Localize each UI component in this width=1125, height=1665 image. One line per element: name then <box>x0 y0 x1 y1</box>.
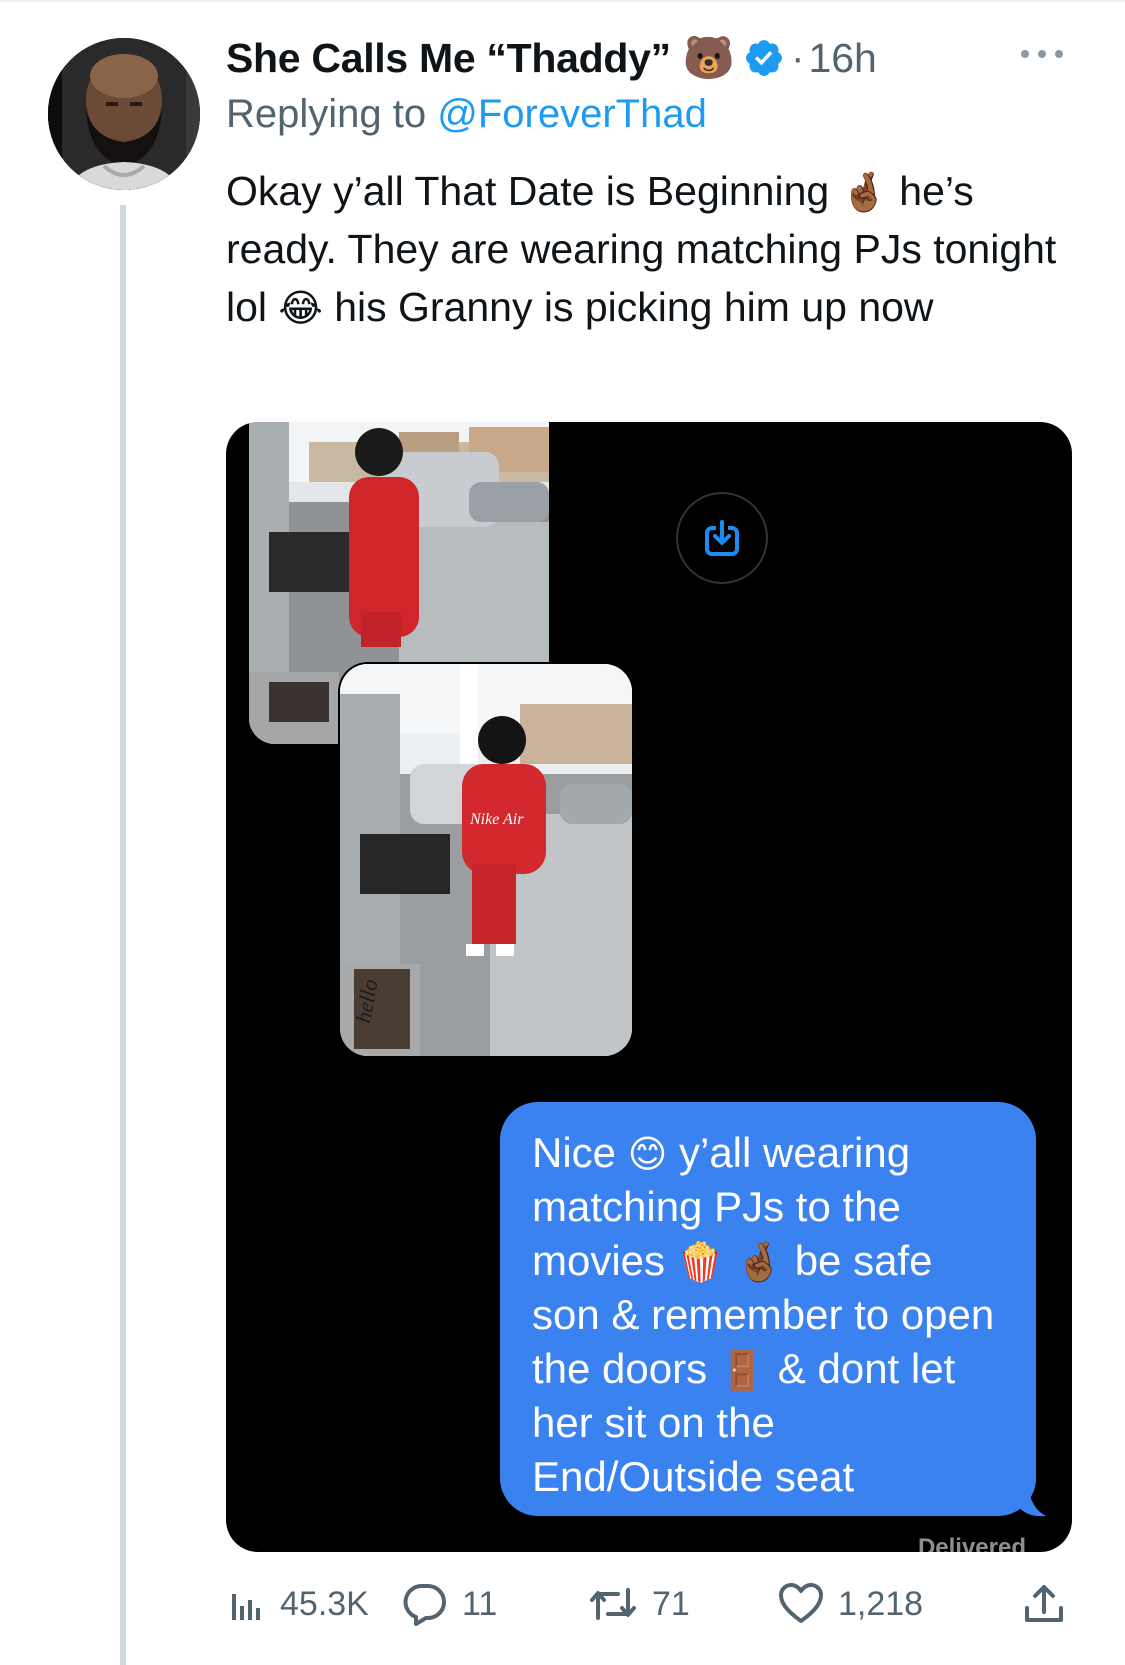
crossed-fingers-emoji: 🤞🏾 <box>840 172 888 214</box>
save-image-button[interactable] <box>676 492 768 584</box>
replying-prefix: Replying to <box>226 92 438 136</box>
tweet-header: She Calls Me “Thaddy” 🐻 · 16h <box>226 30 877 86</box>
tweet-text-part3: his Granny is picking him up now <box>322 284 934 330</box>
bear-emoji: 🐻 <box>682 34 736 81</box>
door-emoji: 🚪 <box>718 1350 767 1392</box>
photo-boy-front[interactable]: Nike Air hello <box>340 664 632 1056</box>
tweet-text: Okay y’all That Date is Beginning 🤞🏾 he’… <box>226 162 1086 336</box>
tweet-media[interactable]: Nike Air hello Nice 😊 y’all wearing matc… <box>226 422 1072 1552</box>
tweet-actions: 45.3K 11 71 1,218 <box>226 1574 1086 1634</box>
crossed-fingers-emoji-2: 🤞🏾 <box>735 1242 784 1284</box>
reply-action[interactable]: 11 <box>402 1574 497 1634</box>
like-count: 1,218 <box>838 1584 924 1623</box>
retweet-icon <box>590 1588 636 1620</box>
avatar-image <box>48 38 200 190</box>
verified-badge-icon[interactable] <box>743 37 785 79</box>
analytics-icon <box>232 1594 260 1620</box>
hoodie-text: Nike Air <box>469 811 524 828</box>
thread-line <box>120 205 126 1665</box>
views-count: 45.3K <box>280 1584 369 1623</box>
imessage-bubble: Nice 😊 y’all wearing matching PJs to the… <box>500 1102 1036 1516</box>
top-divider <box>0 0 1125 2</box>
more-options-icon[interactable] <box>1017 44 1067 64</box>
popcorn-emoji: 🍿 <box>676 1242 725 1284</box>
time-separator: · <box>791 35 805 80</box>
retweet-count: 71 <box>652 1584 690 1623</box>
retweet-action[interactable]: 71 <box>588 1574 690 1634</box>
reply-icon <box>403 1583 446 1626</box>
views-action[interactable]: 45.3K <box>226 1574 369 1634</box>
replying-to: Replying to @ForeverThad <box>226 92 707 137</box>
share-icon <box>1025 1585 1063 1622</box>
share-action[interactable] <box>1022 1574 1066 1634</box>
tweet-time[interactable]: 16h <box>808 35 876 82</box>
tears-of-joy-emoji: 😂 <box>278 288 323 330</box>
tweet-text-part1: Okay y’all That Date is Beginning <box>226 168 841 214</box>
download-icon <box>705 520 739 556</box>
message-part1: Nice <box>532 1129 628 1176</box>
avatar[interactable] <box>48 38 200 190</box>
photo-boy-front-image: Nike Air hello <box>340 664 632 1056</box>
smile-emoji: 😊 <box>627 1134 668 1176</box>
author-name[interactable]: She Calls Me “Thaddy” <box>226 35 671 82</box>
reply-handle-link[interactable]: @ForeverThad <box>437 92 707 136</box>
reply-count: 11 <box>462 1584 498 1623</box>
delivered-status: Delivered <box>917 1534 1026 1552</box>
heart-icon <box>779 1583 823 1623</box>
like-action[interactable]: 1,218 <box>778 1574 923 1634</box>
bubble-tail <box>1016 1484 1046 1517</box>
